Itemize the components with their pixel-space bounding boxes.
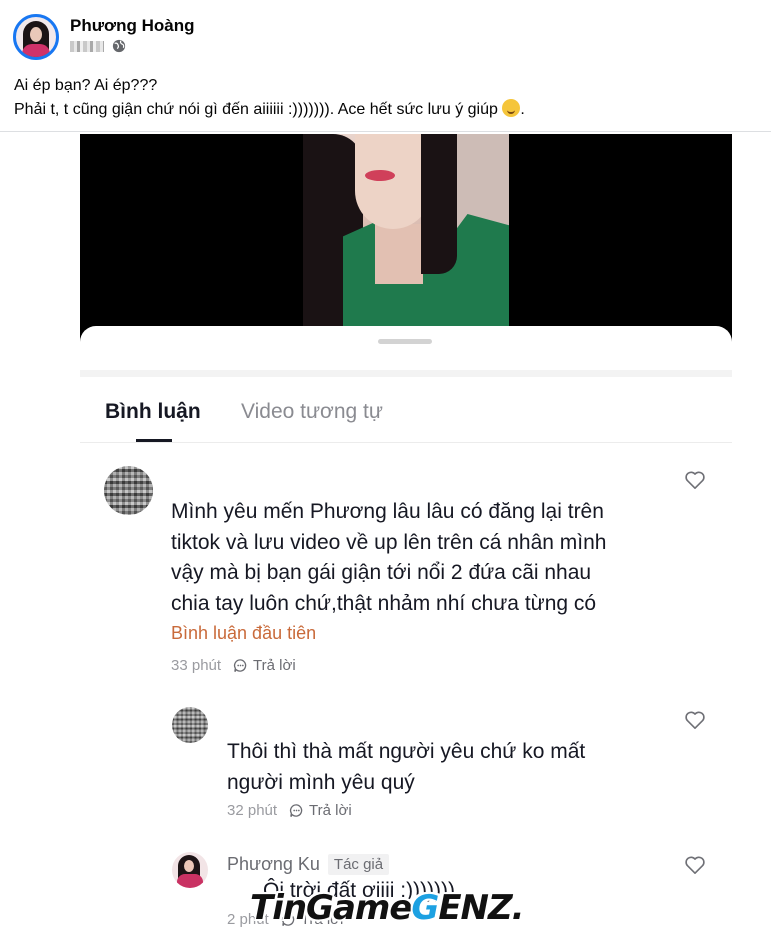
caption-line-2-end: . — [520, 101, 525, 118]
comment-sheet: Bình luận Video tương tự Mình yêu mến Ph… — [80, 326, 732, 940]
video-thumbnail — [303, 134, 509, 326]
author-reply-header: Phương Ku Tác giả — [227, 854, 390, 875]
watermark-part: ENZ. — [438, 888, 524, 928]
heart-icon[interactable] — [684, 855, 706, 875]
author-tag-badge: Tác giả — [327, 854, 390, 875]
comment-tabs: Bình luận Video tương tự — [80, 377, 732, 443]
replier-avatar[interactable] — [172, 707, 208, 743]
tab-similar-videos[interactable]: Video tương tự — [241, 399, 383, 425]
divider — [0, 131, 771, 132]
caption-line-2: Phải t, t cũng giận chứ nói gì đến aiiii… — [14, 98, 525, 122]
comment-line: tiktok và lưu video về up lên trên cá nh… — [171, 530, 607, 554]
embedded-screenshot[interactable]: Bình luận Video tương tự Mình yêu mến Ph… — [80, 134, 732, 940]
comment-time: 32 phút — [227, 802, 278, 819]
video-area — [80, 134, 732, 342]
author-avatar[interactable] — [13, 14, 59, 60]
caption-line-1: Ai ép bạn? Ai ép??? — [14, 77, 158, 94]
commenter-avatar[interactable] — [104, 466, 153, 515]
reply-text: Thôi thì thà mất người yêu chứ ko mất ng… — [227, 737, 585, 798]
tab-underline — [136, 439, 172, 442]
post-header: Phương Hoàng — [13, 14, 195, 60]
author-reply-name[interactable]: Phương Ku — [227, 854, 320, 875]
reply-icon — [289, 804, 303, 817]
comment-text: Mình yêu mến Phương lâu lâu có đăng lại … — [171, 497, 606, 619]
heart-icon[interactable] — [684, 710, 706, 730]
comment-line: chia tay luôn chứ,thật nhảm nhí chưa từn… — [171, 591, 597, 615]
heart-icon[interactable] — [684, 470, 706, 490]
post-time-blurred[interactable] — [70, 40, 104, 52]
tab-comments[interactable]: Bình luận — [105, 399, 201, 425]
watermark-accent: G — [411, 888, 439, 928]
smile-emoji — [502, 99, 521, 117]
reply-button[interactable]: Trả lời — [253, 657, 296, 674]
comment-meta: 33 phút Trả lời — [171, 657, 296, 674]
author-name[interactable]: Phương Hoàng — [70, 15, 195, 37]
sheet-grabber[interactable] — [378, 339, 432, 344]
comment-line: Mình yêu mến Phương lâu lâu có đăng lại … — [171, 500, 604, 523]
post-caption: Ai ép bạn? Ai ép??? Phải t, t cũng giận … — [14, 74, 525, 122]
author-block: Phương Hoàng — [70, 14, 195, 53]
caption-line-2-text: Phải t, t cũng giận chứ nói gì đến aiiii… — [14, 101, 503, 118]
watermark-part: TinGame — [250, 888, 412, 928]
first-comment-badge: Bình luận đầu tiên — [171, 623, 317, 643]
comment-line: Thôi thì thà mất người yêu chứ ko mất — [227, 740, 586, 763]
author-reply-avatar[interactable] — [172, 852, 208, 888]
comment-line: vậy mà bị bạn gái giận tới nổi 2 đứa cãi… — [171, 561, 592, 584]
comment-time: 33 phút — [171, 657, 222, 674]
globe-icon — [112, 39, 126, 53]
sheet-band — [80, 370, 732, 377]
comment-line: người mình yêu quý — [227, 770, 415, 794]
reply-button[interactable]: Trả lời — [309, 802, 352, 819]
site-watermark: TinGameGENZ. — [250, 886, 525, 930]
reply-meta: 32 phút Trả lời — [227, 802, 352, 819]
post-meta — [70, 39, 195, 53]
reply-icon — [233, 659, 247, 672]
